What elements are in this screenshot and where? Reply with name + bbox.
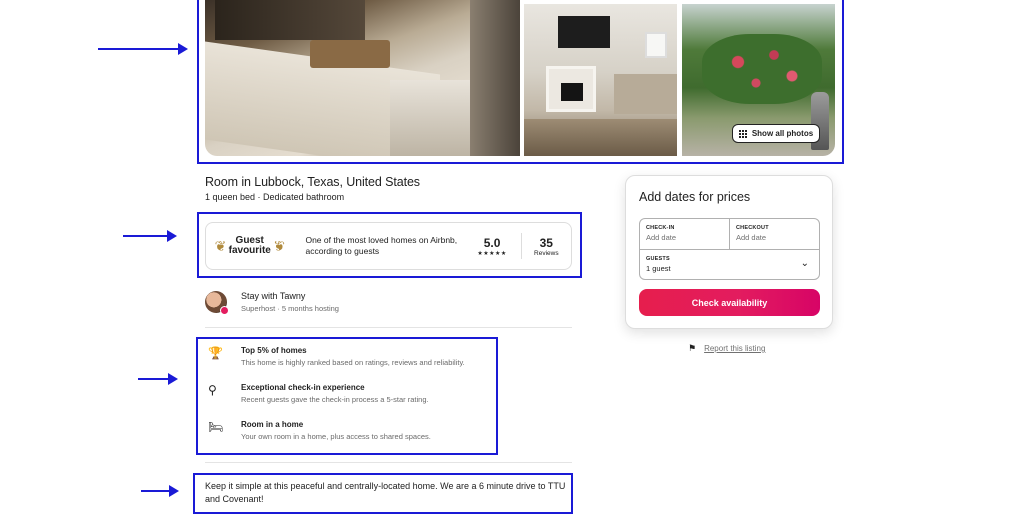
highlight-item: 🏆 Top 5% of homes This home is highly ra… bbox=[208, 346, 465, 367]
checkin-label: CHECK-IN bbox=[646, 225, 675, 231]
highlight-item: 🛏 Room in a home Your own room in a home… bbox=[208, 420, 431, 441]
report-listing[interactable]: ⚑ Report this listing bbox=[688, 343, 765, 354]
guests-value: 1 guest bbox=[646, 264, 671, 273]
checkout-value: Add date bbox=[736, 233, 767, 242]
host-subtitle: Superhost · 5 months hosting bbox=[241, 304, 339, 313]
checkin-field[interactable]: CHECK-IN Add date bbox=[640, 219, 729, 249]
flag-icon: ⚑ bbox=[688, 343, 697, 353]
listing-photo-living-room[interactable] bbox=[524, 4, 677, 156]
laurel-left-icon: ❦ bbox=[214, 238, 227, 254]
guests-dropdown[interactable]: GUESTS 1 guest ⌄ bbox=[640, 250, 819, 280]
highlight-description: Your own room in a home, plus access to … bbox=[241, 432, 431, 441]
laurel-right-icon: ❦ bbox=[273, 238, 285, 254]
annotation-arrow bbox=[141, 485, 179, 497]
chevron-down-icon: ⌄ bbox=[800, 258, 809, 269]
guests-label: GUESTS bbox=[646, 256, 670, 262]
bed-icon: 🛏 bbox=[208, 420, 224, 434]
divider bbox=[205, 327, 572, 328]
report-listing-link[interactable]: Report this listing bbox=[704, 344, 765, 353]
key-icon: ⚲ bbox=[208, 383, 217, 397]
checkout-label: CHECKOUT bbox=[736, 225, 769, 231]
host-section[interactable]: Stay with Tawny Superhost · 5 months hos… bbox=[205, 291, 339, 315]
highlight-title: Exceptional check-in experience bbox=[241, 383, 365, 392]
guest-favourite-description: One of the most loved homes on Airbnb, a… bbox=[305, 235, 458, 256]
listing-title: Room in Lubbock, Texas, United States bbox=[205, 175, 420, 189]
check-availability-button[interactable]: Check availability bbox=[639, 289, 820, 316]
highlight-description: Recent guests gave the check-in process … bbox=[241, 395, 429, 404]
checkout-field[interactable]: CHECKOUT Add date bbox=[729, 219, 819, 249]
superhost-badge-icon bbox=[220, 306, 229, 315]
checkin-value: Add date bbox=[646, 233, 677, 242]
host-name: Stay with Tawny bbox=[241, 291, 306, 301]
trophy-icon: 🏆 bbox=[208, 346, 223, 360]
show-all-photos-button[interactable]: Show all photos bbox=[732, 124, 820, 143]
highlight-item: ⚲ Exceptional check-in experience Recent… bbox=[208, 383, 429, 404]
rating-value: 5.0 bbox=[483, 235, 501, 250]
grid-icon bbox=[738, 129, 747, 138]
booking-card: Add dates for prices CHECK-IN Add date C… bbox=[625, 175, 833, 329]
host-avatar[interactable] bbox=[205, 291, 229, 315]
guest-favourite-badge: ❦ Guest favourite ❦ bbox=[206, 235, 293, 257]
reviews-label: Reviews bbox=[534, 249, 559, 257]
booking-title: Add dates for prices bbox=[639, 190, 751, 204]
rating-stars-icon: ★★★★★ bbox=[477, 250, 507, 257]
show-all-photos-label: Show all photos bbox=[751, 129, 814, 138]
annotation-arrow bbox=[138, 373, 178, 385]
highlight-title: Room in a home bbox=[241, 420, 304, 429]
highlight-description: This home is highly ranked based on rati… bbox=[241, 358, 465, 367]
reviews-link[interactable]: 35 Reviews bbox=[522, 236, 571, 257]
annotation-arrow bbox=[123, 230, 177, 242]
reviews-count: 35 bbox=[539, 235, 553, 250]
divider bbox=[205, 462, 572, 463]
highlight-title: Top 5% of homes bbox=[241, 346, 307, 355]
listing-description: Keep it simple at this peaceful and cent… bbox=[205, 481, 566, 504]
booking-fields: CHECK-IN Add date CHECKOUT Add date GUES… bbox=[639, 218, 820, 280]
listing-subtitle: 1 queen bed · Dedicated bathroom bbox=[205, 192, 345, 202]
annotation-arrow bbox=[98, 43, 188, 55]
guest-favourite-card[interactable]: ❦ Guest favourite ❦ One of the most love… bbox=[205, 222, 572, 270]
listing-photo-main[interactable] bbox=[205, 0, 520, 156]
badge-line2: favourite bbox=[228, 245, 271, 256]
